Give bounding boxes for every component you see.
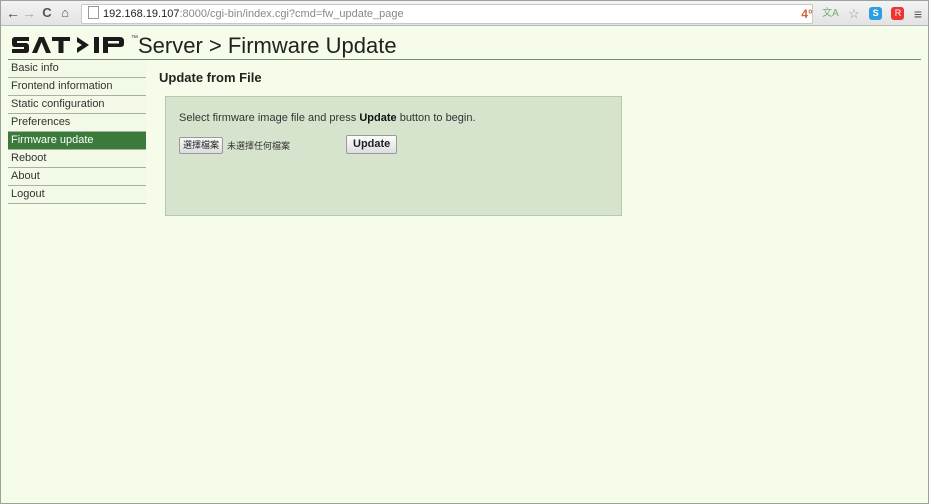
sidebar-item-about[interactable]: About bbox=[8, 168, 146, 186]
satip-logo bbox=[10, 34, 128, 56]
weather-extension-icon[interactable]: 4° bbox=[801, 5, 812, 23]
instruction-post: button to begin. bbox=[396, 112, 476, 124]
home-icon[interactable]: ⌂ bbox=[57, 4, 73, 22]
browser-menu-icon[interactable]: ≡ bbox=[914, 5, 922, 23]
bookmark-star-icon[interactable]: ☆ bbox=[848, 5, 860, 23]
back-arrow-icon[interactable]: ← bbox=[5, 4, 21, 22]
sidebar-item-firmware-update[interactable]: Firmware update bbox=[8, 132, 146, 150]
url-host: 192.168.19.107 bbox=[103, 8, 180, 20]
skype-extension-icon[interactable]: S bbox=[869, 7, 883, 21]
sidebar-item-basic-info[interactable]: Basic info bbox=[8, 60, 146, 78]
translate-icon[interactable]: 文A bbox=[822, 5, 839, 23]
sidebar-item-logout[interactable]: Logout bbox=[8, 186, 146, 204]
page-title: Server > Firmware Update bbox=[138, 33, 397, 58]
page-header: ™ Server > Firmware Update bbox=[8, 33, 921, 60]
page-icon bbox=[88, 6, 99, 19]
browser-toolbar: ← → C ⌂ 192.168.19.107:8000/cgi-bin/inde… bbox=[1, 1, 928, 26]
file-status-text: 未選擇任何檔案 bbox=[227, 141, 291, 151]
address-bar[interactable]: 192.168.19.107:8000/cgi-bin/index.cgi?cm… bbox=[81, 4, 813, 24]
sidebar-item-static-configuration[interactable]: Static configuration bbox=[8, 96, 146, 114]
sidebar-item-reboot[interactable]: Reboot bbox=[8, 150, 146, 168]
choose-file-button[interactable]: 選擇檔案 bbox=[179, 137, 224, 154]
sidebar-item-preferences[interactable]: Preferences bbox=[8, 114, 146, 132]
sidebar-nav: Basic info Frontend information Static c… bbox=[8, 60, 146, 204]
instruction-bold: Update bbox=[359, 112, 397, 124]
red-extension-icon[interactable]: R bbox=[891, 7, 905, 21]
instruction-pre: Select firmware image file and press bbox=[179, 112, 360, 124]
instruction-text: Select firmware image file and press Upd… bbox=[179, 112, 476, 124]
reload-icon[interactable]: C bbox=[39, 4, 55, 22]
update-button[interactable]: Update bbox=[346, 135, 398, 154]
section-title: Update from File bbox=[159, 70, 262, 85]
url-path: :8000/cgi-bin/index.cgi?cmd=fw_update_pa… bbox=[179, 8, 404, 20]
toolbar-extensions: 4° 文A ☆ S R ≡ bbox=[795, 4, 922, 22]
forward-arrow-icon[interactable]: → bbox=[21, 4, 37, 22]
update-panel: Select firmware image file and press Upd… bbox=[165, 96, 622, 216]
sidebar-item-frontend-information[interactable]: Frontend information bbox=[8, 78, 146, 96]
trademark-mark: ™ bbox=[131, 35, 138, 42]
browser-window: ← → C ⌂ 192.168.19.107:8000/cgi-bin/inde… bbox=[0, 0, 929, 504]
